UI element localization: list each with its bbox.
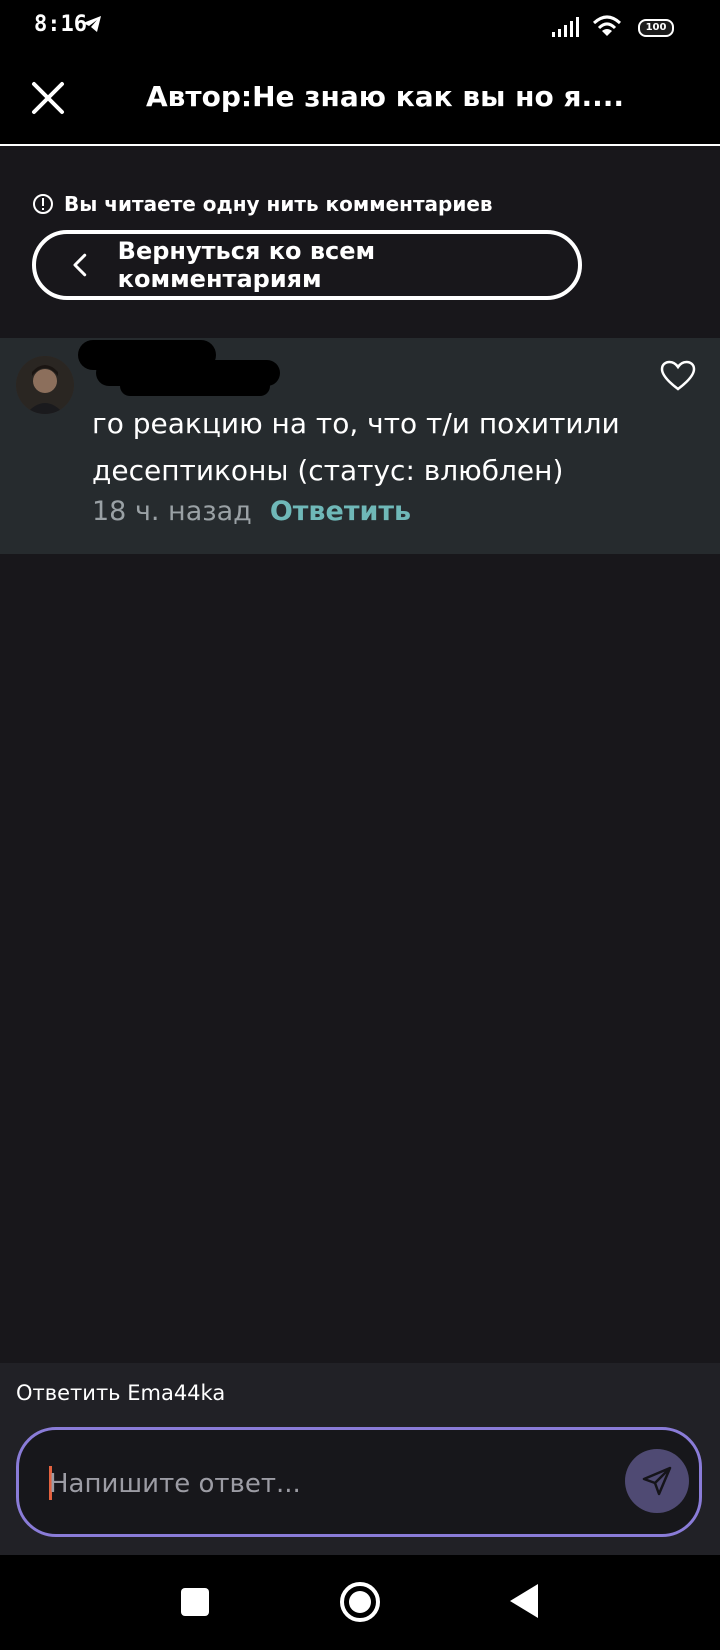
comment: го реакцию на то, что т/и похитили десеп… xyxy=(0,338,720,554)
reply-to-label: Ответить Ema44ka xyxy=(16,1381,226,1405)
back-button-label: Вернуться ко всем комментариям xyxy=(117,237,376,293)
recent-apps-icon[interactable] xyxy=(180,1587,210,1617)
reply-composer: Ответить Ema44ka xyxy=(0,1363,720,1555)
thread-notice-text: Вы читаете одну нить комментариев xyxy=(64,192,493,216)
wifi-icon xyxy=(592,15,622,36)
send-icon xyxy=(642,1466,672,1496)
comment-timestamp: 18 ч. назад xyxy=(92,496,252,527)
status-bar: 8:16 100 xyxy=(0,0,720,56)
send-button[interactable] xyxy=(625,1449,689,1513)
close-icon[interactable] xyxy=(28,78,68,118)
page-title: Автор:Не знаю как вы но я.... xyxy=(146,80,625,113)
comment-meta: 18 ч. назад Ответить xyxy=(92,496,411,527)
reply-link[interactable]: Ответить xyxy=(270,496,411,527)
home-icon[interactable] xyxy=(338,1580,382,1624)
top-bar: Автор:Не знаю как вы но я.... xyxy=(0,56,720,146)
heart-icon[interactable] xyxy=(660,360,696,392)
redacted-username-part xyxy=(120,376,270,396)
telegram-icon xyxy=(83,16,101,32)
back-to-all-comments-button[interactable]: Вернуться ко всем комментариям xyxy=(32,230,582,300)
avatar[interactable] xyxy=(16,356,74,414)
info-icon xyxy=(33,194,53,214)
chevron-left-icon xyxy=(73,253,87,277)
navigation-bar xyxy=(0,1555,720,1650)
reply-input[interactable] xyxy=(47,1452,591,1516)
comment-text: го реакцию на то, что т/и похитили десеп… xyxy=(92,407,620,487)
back-icon[interactable] xyxy=(508,1582,540,1620)
reply-input-container xyxy=(16,1427,702,1537)
thread-notice: Вы читаете одну нить комментариев xyxy=(32,192,493,216)
battery-icon: 100 xyxy=(638,19,674,37)
status-time: 8:16 xyxy=(34,12,87,37)
signal-icon xyxy=(552,17,579,37)
